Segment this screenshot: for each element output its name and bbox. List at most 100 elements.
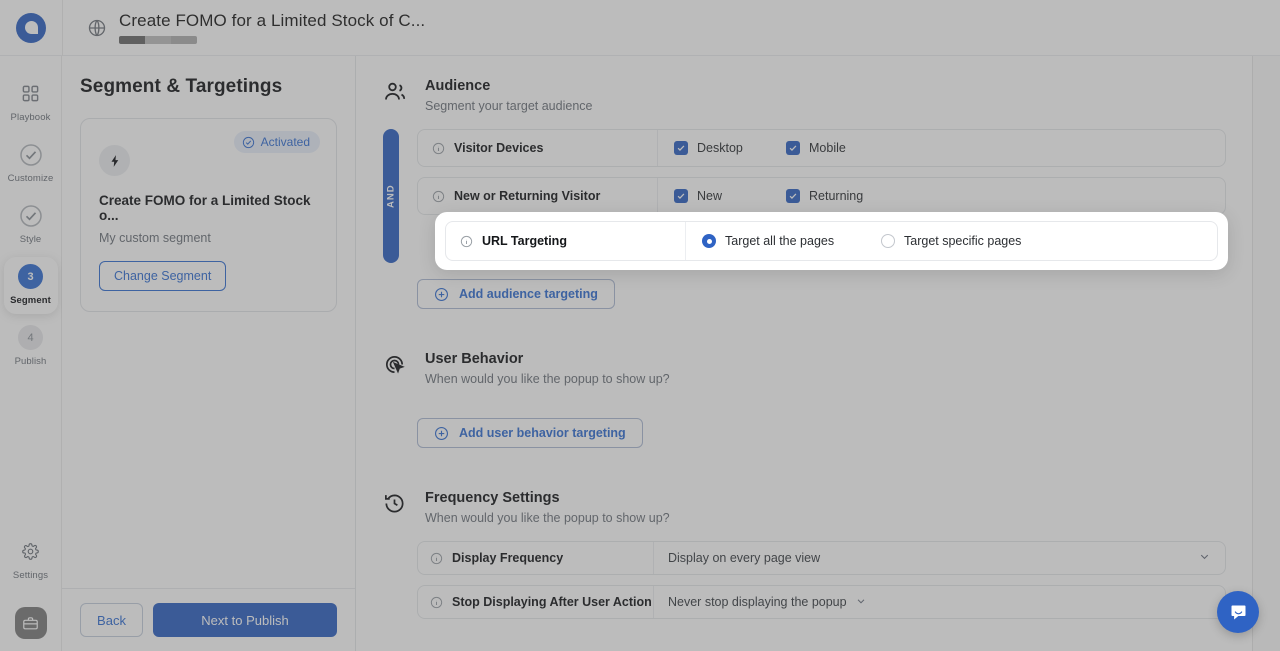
rule-label-text: New or Returning Visitor [454, 189, 601, 203]
user-behavior-subtitle: When would you like the popup to show up… [425, 372, 670, 386]
frequency-row-label-text: Stop Displaying After User Action [452, 595, 652, 609]
user-behavior-texts: User Behavior When would you like the po… [425, 351, 670, 386]
sidebar-rail: Playbook Customize Style 3 Segment 4 Pub… [0, 56, 62, 651]
user-behavior-title: User Behavior [425, 351, 524, 367]
info-icon [430, 552, 443, 564]
check-circle-icon [18, 142, 43, 167]
radio-target-all-pages[interactable]: Target all the pages [702, 234, 850, 248]
back-button[interactable]: Back [80, 603, 143, 637]
rule-options: Target all the pages Target specific pag… [686, 222, 1217, 260]
sidebar-item-label: Style [19, 234, 42, 245]
chevron-down-icon[interactable] [855, 595, 867, 610]
plus-circle-icon [435, 426, 448, 440]
progress-segment [171, 36, 197, 44]
info-icon [432, 190, 445, 202]
url-targeting-spotlight: URL Targeting Target all the pages Targe… [435, 212, 1228, 270]
frequency-row-label-text: Display Frequency [452, 551, 564, 565]
sidebar-bottom: Settings [4, 532, 58, 651]
globe-icon [87, 18, 107, 38]
checkbox-mobile[interactable]: Mobile [786, 141, 951, 155]
step-number-badge: 3 [18, 264, 43, 289]
app-logo-glyph [24, 21, 38, 34]
sidebar-item-label: Segment [10, 295, 51, 306]
checkbox-checked-icon [786, 141, 800, 155]
segment-card-title: Create FOMO for a Limited Stock o... [99, 193, 311, 223]
avatar[interactable] [14, 607, 47, 639]
briefcase-icon [23, 616, 38, 629]
sidebar-item-settings[interactable]: Settings [4, 532, 58, 589]
audience-section-header: Audience Segment your target audience [383, 78, 1226, 113]
segment-card-subtitle: My custom segment [99, 231, 211, 245]
page-title: Create FOMO for a Limited Stock of C... [119, 11, 426, 30]
add-user-behavior-targeting-button[interactable]: Add user behavior targeting [417, 418, 643, 448]
audience-texts: Audience Segment your target audience [425, 78, 592, 113]
app-root: Create FOMO for a Limited Stock of C... [0, 0, 1280, 651]
chat-bubble-button[interactable] [1217, 591, 1259, 633]
segment-card: Activated Create FOMO for a Limited Stoc… [80, 118, 337, 312]
gear-icon [18, 539, 43, 564]
main-inner: Audience Segment your target audience AN… [357, 56, 1252, 619]
add-user-behavior-targeting-label: Add user behavior targeting [459, 426, 626, 440]
panel-heading: Segment & Targetings [80, 76, 283, 97]
radio-label: Target specific pages [904, 234, 1022, 248]
audience-title: Audience [425, 78, 491, 94]
checkbox-new[interactable]: New [674, 189, 786, 203]
app-logo[interactable] [16, 12, 46, 43]
rule-label-text: Visitor Devices [454, 141, 544, 155]
and-connector-label: AND [383, 129, 399, 263]
checkbox-desktop[interactable]: Desktop [674, 141, 786, 155]
sidebar-item-label: Customize [7, 173, 54, 184]
radio-unselected-icon [881, 234, 895, 248]
bolt-icon-wrap [99, 145, 130, 176]
title-texts: Create FOMO for a Limited Stock of C... [119, 11, 425, 44]
sidebar-item-style[interactable]: Style [4, 196, 58, 253]
panel-footer: Back Next to Publish [62, 588, 355, 651]
status-badge: Activated [233, 131, 320, 153]
add-audience-targeting-label: Add audience targeting [459, 287, 598, 301]
sidebar-item-publish[interactable]: 4 Publish [4, 318, 58, 375]
checkbox-checked-icon [674, 141, 688, 155]
radio-label: Target all the pages [725, 234, 835, 248]
checkbox-label: New [697, 189, 723, 203]
rule-label: New or Returning Visitor [418, 178, 658, 214]
frequency-row-value-wrap[interactable]: Display on every page view [654, 542, 1225, 574]
step-number-badge: 4 [18, 325, 43, 350]
progress-segment [145, 36, 171, 44]
chevron-down-icon[interactable] [1198, 550, 1211, 566]
rule-row-new-or-returning-visitor[interactable]: New or Returning Visitor New Returning [417, 177, 1226, 215]
user-behavior-section-header: User Behavior When would you like the po… [383, 351, 1226, 386]
change-segment-button[interactable]: Change Segment [99, 261, 227, 291]
frequency-row-label: Stop Displaying After User Action [418, 586, 654, 618]
frequency-row-stop-displaying[interactable]: Stop Displaying After User Action Never … [417, 585, 1226, 619]
rule-options: Desktop Mobile [658, 130, 1225, 166]
sidebar-item-segment[interactable]: 3 Segment [3, 257, 58, 314]
progress-segment [119, 36, 145, 44]
frequency-row-value-wrap[interactable]: Never stop displaying the popup [654, 586, 1225, 618]
check-circle-icon [18, 203, 43, 228]
add-audience-targeting-button[interactable]: Add audience targeting [417, 279, 615, 309]
sidebar-item-customize[interactable]: Customize [4, 135, 58, 192]
campaign-progress-bar [119, 36, 197, 44]
checkbox-returning[interactable]: Returning [786, 189, 951, 203]
frequency-texts: Frequency Settings When would you like t… [425, 490, 670, 525]
radio-selected-icon [702, 234, 716, 248]
rule-row-visitor-devices[interactable]: Visitor Devices Desktop Mobile [417, 129, 1226, 167]
rule-row-url-targeting[interactable]: URL Targeting Target all the pages Targe… [445, 221, 1218, 261]
info-icon [432, 142, 445, 154]
rule-options: New Returning [658, 178, 1225, 214]
info-icon [430, 596, 443, 608]
segment-panel: Segment & Targetings Activated Create FO… [62, 56, 356, 651]
audience-people-icon [383, 80, 407, 104]
frequency-row-display-frequency[interactable]: Display Frequency Display on every page … [417, 541, 1226, 575]
top-bar: Create FOMO for a Limited Stock of C... [0, 0, 1280, 56]
next-to-publish-button[interactable]: Next to Publish [153, 603, 337, 637]
right-strip [1253, 56, 1280, 651]
frequency-row-value: Display on every page view [668, 551, 821, 565]
sidebar-item-playbook[interactable]: Playbook [4, 74, 58, 131]
frequency-subtitle: When would you like the popup to show up… [425, 511, 670, 525]
frequency-row-label: Display Frequency [418, 542, 654, 574]
app-logo-wrap[interactable] [0, 0, 62, 56]
info-icon [460, 235, 473, 247]
radio-target-specific-pages[interactable]: Target specific pages [881, 234, 1021, 248]
